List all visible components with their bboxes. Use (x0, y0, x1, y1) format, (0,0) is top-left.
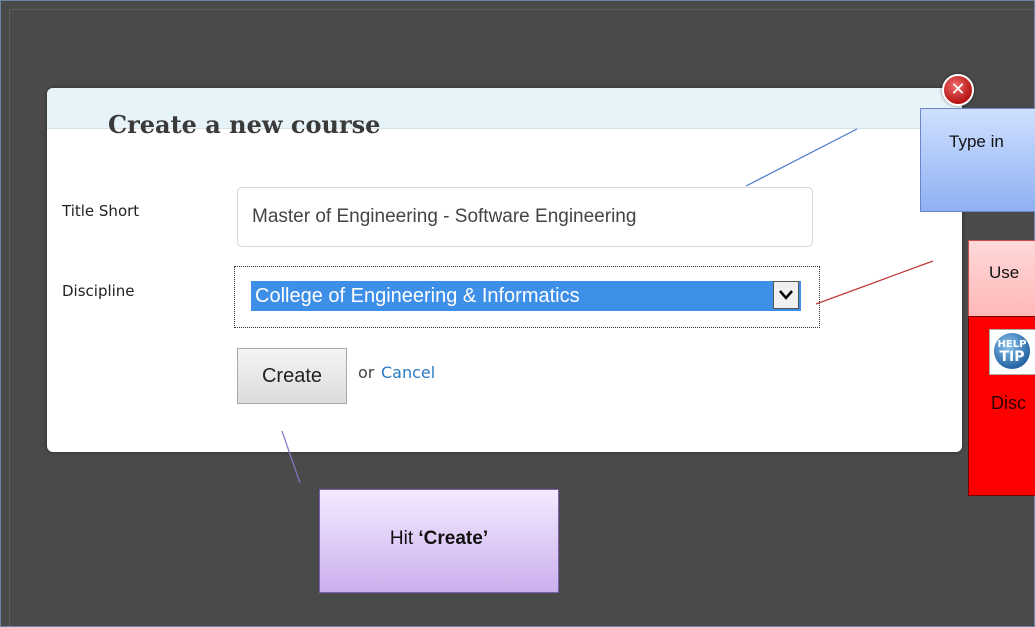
discipline-select[interactable]: College of Engineering & Informatics (234, 266, 820, 328)
chevron-down-icon[interactable] (773, 281, 799, 309)
cancel-link[interactable]: Cancel (381, 363, 435, 382)
or-text: or (358, 363, 375, 382)
discipline-selected-text: College of Engineering & Informatics (255, 285, 580, 307)
use-text: Use (989, 263, 1020, 282)
help-tip-icon: HELP TIP (989, 329, 1035, 375)
dialog-title: Create a new course (108, 110, 381, 139)
close-icon[interactable]: ✕ (942, 74, 974, 106)
help-tip-callout: HELP TIP Disc (968, 316, 1035, 496)
hit-prefix: Hit (389, 528, 419, 549)
discipline-label: Discipline (62, 282, 135, 300)
hit-create-callout: Hit ‘Create’ (319, 489, 559, 593)
title-short-input[interactable]: Master of Engineering - Software Enginee… (237, 187, 813, 247)
hit-bold: ‘Create’ (418, 528, 489, 549)
discipline-select-value[interactable]: College of Engineering & Informatics (251, 281, 801, 311)
help-tip-badge: HELP TIP (994, 333, 1030, 369)
help-badge-bottom: TIP (999, 349, 1025, 365)
type-in-text: Type in (949, 132, 1004, 151)
type-in-callout: Type in (920, 108, 1035, 212)
create-button[interactable]: Create (237, 348, 347, 404)
disc-text: Disc (991, 393, 1026, 413)
title-short-label: Title Short (62, 202, 140, 220)
